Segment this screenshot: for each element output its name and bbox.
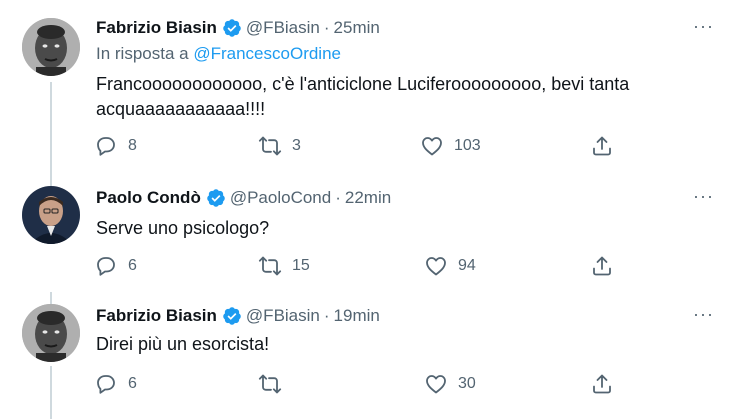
reply-button[interactable]: 8: [94, 134, 137, 158]
verified-badge-icon: [222, 306, 242, 326]
retweet-icon: [258, 254, 282, 278]
reply-count: 8: [128, 137, 137, 154]
thread-line: [50, 366, 52, 419]
avatar[interactable]: [22, 186, 80, 244]
reply-to-link[interactable]: @FrancescoOrdine: [193, 44, 341, 63]
tweet-header: Fabrizio Biasin @FBiasin · 25min: [96, 18, 380, 38]
share-button[interactable]: [590, 134, 614, 158]
tweet-header: Fabrizio Biasin @FBiasin · 19min: [96, 306, 380, 326]
tweet-text-line: Serve uno psicologo?: [96, 218, 270, 238]
reply-context: In risposta a @FrancescoOrdine: [96, 44, 341, 64]
reply-icon: [94, 254, 118, 278]
separator-dot: ·: [323, 18, 330, 37]
retweet-count: 15: [292, 257, 310, 274]
tweet-text: Direi più un esorcista!: [96, 332, 696, 357]
verified-badge-icon: [222, 18, 242, 38]
tweet-text: Francoooooooooooo, c'è l'anticiclone Luc…: [96, 72, 696, 122]
author-name[interactable]: Fabrizio Biasin: [96, 18, 217, 38]
share-icon: [590, 254, 614, 278]
retweet-button[interactable]: [258, 372, 292, 396]
tweet-3[interactable]: Fabrizio Biasin @FBiasin · 19min ··· Dir…: [0, 292, 740, 419]
reply-button[interactable]: 6: [94, 372, 137, 396]
like-icon: [424, 372, 448, 396]
retweet-button[interactable]: 3: [258, 134, 301, 158]
separator-dot: ·: [323, 306, 330, 325]
retweet-icon: [258, 134, 282, 158]
action-bar: 8 3 103: [94, 134, 624, 158]
more-icon[interactable]: ···: [693, 16, 714, 37]
author-name[interactable]: Fabrizio Biasin: [96, 306, 217, 326]
more-icon[interactable]: ···: [693, 304, 714, 325]
reply-prefix: In risposta a: [96, 44, 189, 63]
tweet-1[interactable]: Fabrizio Biasin @FBiasin · 25min ··· In …: [0, 0, 740, 192]
retweet-button[interactable]: 15: [258, 254, 310, 278]
share-icon: [590, 372, 614, 396]
author-name[interactable]: Paolo Condò: [96, 188, 201, 208]
tweet-text-line: Direi più un esorcista!: [96, 334, 270, 354]
thread-line: [50, 292, 52, 304]
tweet-2[interactable]: Paolo Condò @PaoloCond · 22min ··· Serve…: [0, 170, 740, 292]
retweet-count: 3: [292, 137, 301, 154]
like-icon: [420, 134, 444, 158]
action-bar: 6 30: [94, 372, 624, 396]
share-button[interactable]: [590, 254, 614, 278]
more-icon[interactable]: ···: [693, 186, 714, 207]
tweet-header: Paolo Condò @PaoloCond · 22min: [96, 188, 391, 208]
timestamp[interactable]: 19min: [334, 306, 380, 326]
timestamp[interactable]: 22min: [345, 188, 391, 208]
author-handle[interactable]: @FBiasin: [246, 18, 320, 38]
share-button[interactable]: [590, 372, 614, 396]
reply-count: 6: [128, 257, 137, 274]
verified-badge-icon: [206, 188, 226, 208]
separator-dot: ·: [335, 188, 341, 207]
author-handle[interactable]: @PaoloCond: [230, 188, 331, 208]
like-count: 94: [458, 257, 476, 274]
author-handle[interactable]: @FBiasin: [246, 306, 320, 326]
tweet-text-line: Francoooooooooooo, c'è l'anticiclone Luc…: [96, 74, 630, 94]
like-button[interactable]: 94: [424, 254, 476, 278]
like-count: 30: [458, 375, 476, 392]
avatar[interactable]: [22, 18, 80, 76]
tweet-text-line: acquaaaaaaaaaaa!!!!: [96, 99, 266, 119]
action-bar: 6 15 94: [94, 254, 624, 278]
like-icon: [424, 254, 448, 278]
like-count: 103: [454, 137, 481, 154]
reply-count: 6: [128, 375, 137, 392]
avatar[interactable]: [22, 304, 80, 362]
reply-icon: [94, 372, 118, 396]
tweet-text: Serve uno psicologo?: [96, 216, 696, 241]
reply-button[interactable]: 6: [94, 254, 137, 278]
share-icon: [590, 134, 614, 158]
retweet-icon: [258, 372, 282, 396]
timestamp[interactable]: 25min: [334, 18, 380, 38]
like-button[interactable]: 30: [424, 372, 476, 396]
like-button[interactable]: 103: [420, 134, 481, 158]
reply-icon: [94, 134, 118, 158]
